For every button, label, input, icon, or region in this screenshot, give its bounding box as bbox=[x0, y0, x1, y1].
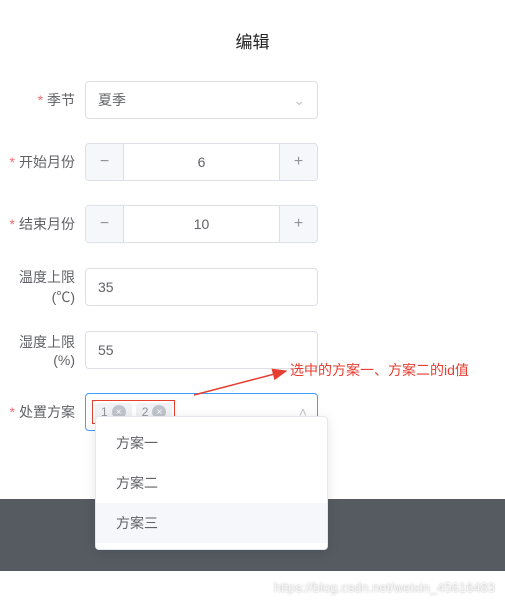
field-season: 季节 夏季 ⌄ bbox=[0, 81, 505, 119]
stepper-start-month: − 6 + bbox=[85, 143, 318, 181]
field-temp-limit: 温度上限(℃) 35 bbox=[0, 267, 505, 307]
field-start-month: 开始月份 − 6 + bbox=[0, 143, 505, 181]
start-month-decrease-button[interactable]: − bbox=[86, 144, 124, 180]
page-title: 编辑 bbox=[0, 0, 505, 81]
label-plan: 处置方案 bbox=[0, 402, 85, 422]
label-season: 季节 bbox=[0, 90, 85, 110]
start-month-increase-button[interactable]: + bbox=[279, 144, 317, 180]
label-temp-limit: 温度上限(℃) bbox=[0, 267, 85, 307]
dropdown-option-1[interactable]: 方案一 bbox=[96, 423, 327, 463]
chevron-down-icon: ⌄ bbox=[293, 92, 305, 109]
input-temp-limit[interactable]: 35 bbox=[85, 268, 318, 306]
dropdown-option-2[interactable]: 方案二 bbox=[96, 463, 327, 503]
end-month-value[interactable]: 10 bbox=[124, 206, 279, 242]
end-month-increase-button[interactable]: + bbox=[279, 206, 317, 242]
stepper-end-month: − 10 + bbox=[85, 205, 318, 243]
end-month-decrease-button[interactable]: − bbox=[86, 206, 124, 242]
label-humidity-limit: 湿度上限(%) bbox=[0, 332, 85, 368]
label-start-month: 开始月份 bbox=[0, 152, 85, 172]
select-season-value: 夏季 bbox=[98, 90, 126, 110]
input-humidity-limit[interactable]: 55 bbox=[85, 331, 318, 369]
select-season[interactable]: 夏季 ⌄ bbox=[85, 81, 318, 119]
watermark-text: https://blog.csdn.net/weixin_45616483 bbox=[274, 580, 495, 595]
field-end-month: 结束月份 − 10 + bbox=[0, 205, 505, 243]
annotation-text: 选中的方案一、方案二的id值 bbox=[290, 360, 469, 380]
label-end-month: 结束月份 bbox=[0, 214, 85, 234]
plan-dropdown: 方案一 方案二 方案三 bbox=[95, 416, 328, 550]
start-month-value[interactable]: 6 bbox=[124, 144, 279, 180]
dropdown-option-3[interactable]: 方案三 bbox=[96, 503, 327, 543]
